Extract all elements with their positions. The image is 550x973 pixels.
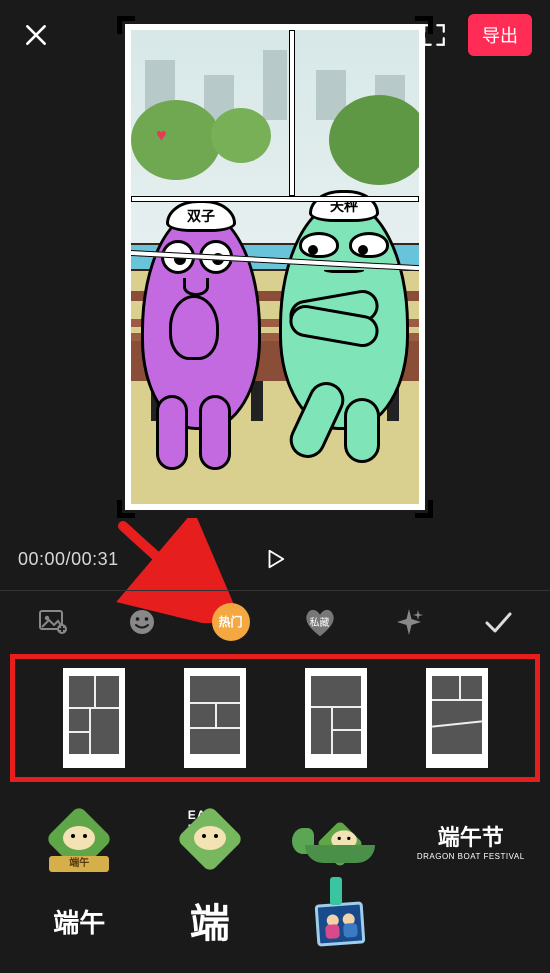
- close-icon: [23, 22, 49, 48]
- preview-content: ♥ 双子 天秤: [131, 30, 419, 504]
- sticker-zongzi-banner[interactable]: 端午: [25, 801, 133, 879]
- close-button[interactable]: [18, 17, 54, 53]
- favorite-label: 私藏: [310, 614, 330, 629]
- category-image-button[interactable]: [29, 598, 77, 646]
- right-hat-label: 天秤: [309, 190, 379, 222]
- crop-handle-bl[interactable]: [117, 500, 135, 518]
- crop-handle-tr[interactable]: [415, 16, 433, 34]
- comic-template-row: [10, 654, 540, 782]
- image-add-icon: [37, 606, 69, 638]
- category-hot-button[interactable]: 热门: [207, 598, 255, 646]
- left-hat-label: 双子: [166, 200, 236, 232]
- sticker-empty[interactable]: [417, 885, 525, 963]
- sticker-calligraphy-small[interactable]: 端午: [25, 885, 133, 963]
- sticker-grid: 端午 EAT ME 端午节 DRAGON BOAT FESTIVAL 端午 端: [0, 786, 550, 973]
- category-emoji-button[interactable]: [118, 598, 166, 646]
- heart-icon: ♥: [156, 125, 167, 146]
- sticker-zongzi-eatme[interactable]: EAT ME: [156, 801, 264, 879]
- video-preview[interactable]: ♥ 双子 天秤: [125, 24, 425, 510]
- comic-template-2[interactable]: [184, 668, 246, 768]
- calli-big-text: 端: [190, 904, 230, 944]
- confirm-button[interactable]: [474, 598, 522, 646]
- play-icon: [264, 548, 286, 570]
- sticker-calligraphy-large[interactable]: 端: [156, 885, 264, 963]
- hot-badge: 热门: [212, 603, 250, 641]
- crop-handle-br[interactable]: [415, 500, 433, 518]
- time-total: 00:31: [71, 549, 119, 569]
- comic-template-1[interactable]: [63, 668, 125, 768]
- playback-time: 00:00/00:31: [18, 549, 119, 570]
- sticker-banner-text: 端午: [49, 856, 109, 872]
- sticker-dbf-title[interactable]: 端午节 DRAGON BOAT FESTIVAL: [417, 801, 525, 879]
- topbar-right: 导出: [418, 14, 532, 56]
- sparkle-icon: [393, 606, 425, 638]
- dbf-en-text: DRAGON BOAT FESTIVAL: [417, 852, 525, 861]
- export-button[interactable]: 导出: [468, 14, 532, 56]
- sticker-dragon-boat[interactable]: [286, 801, 394, 879]
- calli-small-text: 端午: [53, 911, 105, 937]
- emoji-icon: [126, 606, 158, 638]
- dbf-cn-text: 端午节: [417, 820, 525, 852]
- comic-template-4[interactable]: [426, 668, 488, 768]
- comic-template-3[interactable]: [305, 668, 367, 768]
- preview-frame: ♥ 双子 天秤: [125, 24, 425, 510]
- crop-handle-tl[interactable]: [117, 16, 135, 34]
- category-favorite-button[interactable]: 私藏: [296, 598, 344, 646]
- category-effects-button[interactable]: [385, 598, 433, 646]
- check-icon: [482, 606, 514, 638]
- play-button[interactable]: [255, 539, 295, 579]
- sticker-photo-couple[interactable]: [286, 885, 394, 963]
- time-current: 00:00: [18, 549, 66, 569]
- playback-row: 00:00/00:31: [0, 534, 550, 584]
- character-right: 天秤: [259, 160, 419, 470]
- sticker-category-row: 热门 私藏: [0, 590, 550, 652]
